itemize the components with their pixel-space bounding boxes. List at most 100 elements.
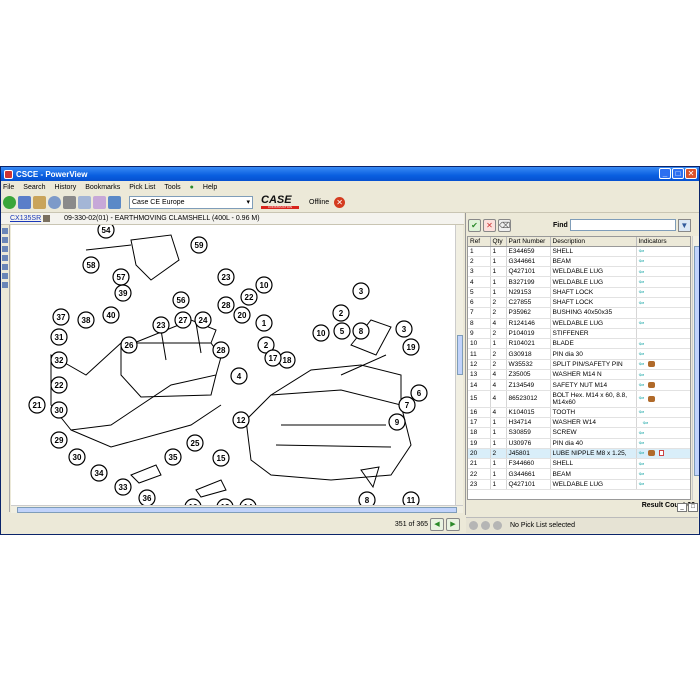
- callout-19[interactable]: 19: [402, 338, 420, 356]
- print-icon[interactable]: [33, 196, 46, 209]
- navigate-arrow-icon[interactable]: ⇦: [639, 247, 645, 255]
- callout-39[interactable]: 39: [114, 284, 132, 302]
- column-header-qty[interactable]: Qty: [490, 237, 507, 247]
- pick-list-cart-icon[interactable]: [493, 521, 502, 530]
- accept-icon[interactable]: ✔: [468, 218, 481, 232]
- table-row[interactable]: 7 2 P35962 BUSHING 40x50x35: [468, 307, 690, 319]
- navigate-arrow-icon[interactable]: ⇦: [639, 470, 645, 478]
- document-icon[interactable]: [659, 450, 665, 457]
- clear-icon[interactable]: ⌫: [498, 218, 511, 232]
- part-info-icon[interactable]: [648, 450, 656, 457]
- menu-file[interactable]: File: [3, 184, 14, 191]
- menu-tools[interactable]: Tools: [164, 184, 180, 191]
- print-view-icon[interactable]: [2, 273, 8, 279]
- table-row[interactable]: 5 1 N29153 SHAFT LOCK ⇦: [468, 287, 690, 298]
- callout-27[interactable]: 27: [174, 311, 192, 329]
- callout-30[interactable]: 30: [50, 401, 68, 419]
- callout-54[interactable]: 54: [97, 225, 115, 239]
- menu-history[interactable]: History: [54, 184, 76, 191]
- navigate-arrow-icon[interactable]: ⇦: [639, 449, 645, 457]
- callout-23[interactable]: 23: [152, 316, 170, 334]
- table-row[interactable]: 23 1 Q427101 WELDABLE LUG ⇦: [468, 479, 690, 491]
- navigate-arrow-icon[interactable]: ⇦: [639, 257, 645, 265]
- fit-icon[interactable]: [2, 246, 8, 252]
- navigate-arrow-icon[interactable]: ⇦: [643, 419, 649, 427]
- column-header-ref[interactable]: Ref: [468, 237, 491, 247]
- offline-icon[interactable]: ✕: [334, 197, 346, 208]
- table-row[interactable]: 20 2 J45801 LUBE NIPPLE M8 x 1.25, ⇦: [468, 448, 690, 460]
- callout-10[interactable]: 10: [312, 324, 330, 342]
- column-header-indicators[interactable]: Indicators: [636, 237, 690, 247]
- catalog-icon[interactable]: [18, 196, 31, 209]
- menu-bookmarks[interactable]: Bookmarks: [85, 184, 120, 191]
- gear-icon[interactable]: [63, 196, 76, 209]
- callout-38[interactable]: 38: [77, 311, 95, 329]
- callout-58[interactable]: 58: [82, 256, 100, 274]
- callout-5[interactable]: 5: [333, 322, 351, 340]
- table-row[interactable]: 13 4 Z35005 WASHER M14 N ⇦: [468, 369, 690, 381]
- edit-icon[interactable]: [93, 196, 106, 209]
- callout-31[interactable]: 31: [50, 328, 68, 346]
- menu-search[interactable]: Search: [23, 184, 45, 191]
- column-header-part-number[interactable]: Part Number: [506, 237, 551, 247]
- diagram-horizontal-scrollbar[interactable]: [11, 505, 463, 513]
- list-icon[interactable]: [78, 196, 91, 209]
- callout-2[interactable]: 2: [332, 304, 350, 322]
- callout-26[interactable]: 26: [120, 336, 138, 354]
- callout-37[interactable]: 37: [52, 308, 70, 326]
- scroll-thumb[interactable]: [17, 507, 457, 513]
- callout-20[interactable]: 20: [233, 306, 251, 324]
- callout-40[interactable]: 40: [102, 306, 120, 324]
- table-row[interactable]: 18 1 S30859 SCREW ⇦: [468, 427, 690, 439]
- filter-icon[interactable]: ▼: [677, 218, 691, 232]
- callout-9[interactable]: 9: [388, 413, 406, 431]
- diagram-vertical-scrollbar[interactable]: [455, 225, 463, 505]
- table-row[interactable]: 21 1 F344660 SHELL ⇦: [468, 458, 690, 470]
- callout-11[interactable]: 11: [402, 491, 420, 505]
- table-row[interactable]: 2 1 G344661 BEAM ⇦: [468, 256, 690, 268]
- navigate-arrow-icon[interactable]: ⇦: [639, 460, 645, 468]
- callout-22[interactable]: 22: [50, 376, 68, 394]
- table-row[interactable]: 1 1 E344659 SHELL ⇦: [468, 246, 690, 257]
- table-row[interactable]: 6 2 C27855 SHAFT LOCK ⇦: [468, 297, 690, 309]
- callout-28[interactable]: 28: [212, 341, 230, 359]
- navigate-arrow-icon[interactable]: ⇦: [639, 340, 645, 348]
- table-row[interactable]: 9 2 P104019 STIFFENER: [468, 328, 690, 340]
- callout-59[interactable]: 59: [190, 236, 208, 254]
- callout-32[interactable]: 32: [50, 351, 68, 369]
- table-row[interactable]: 19 1 U30976 PIN dia 40 ⇦: [468, 438, 690, 449]
- export-icon[interactable]: [2, 282, 8, 288]
- settings-icon[interactable]: [108, 196, 121, 209]
- callout-28[interactable]: 28: [217, 296, 235, 314]
- callout-57[interactable]: 57: [112, 268, 130, 286]
- callout-15[interactable]: 15: [212, 449, 230, 467]
- navigate-arrow-icon[interactable]: ⇦: [639, 319, 645, 327]
- callout-8[interactable]: 8: [358, 491, 376, 505]
- callout-7[interactable]: 7: [398, 396, 416, 414]
- pane-maximize-button[interactable]: □: [688, 503, 698, 512]
- callout-1[interactable]: 1: [255, 314, 273, 332]
- search-icon[interactable]: [48, 196, 61, 209]
- table-row[interactable]: 8 4 R124146 WELDABLE LUG ⇦: [468, 318, 690, 329]
- column-header-description[interactable]: Description: [550, 237, 637, 247]
- table-row[interactable]: 3 1 Q427101 WELDABLE LUG ⇦: [468, 266, 690, 278]
- navigate-arrow-icon[interactable]: ⇦: [639, 408, 645, 416]
- callout-29[interactable]: 29: [50, 431, 68, 449]
- callout-23[interactable]: 23: [217, 268, 235, 286]
- navigate-arrow-icon[interactable]: ⇦: [639, 439, 645, 447]
- callout-3[interactable]: 3: [395, 320, 413, 338]
- catalog-select[interactable]: Case CE Europe: [129, 196, 253, 209]
- zoom-in-icon[interactable]: [2, 228, 8, 234]
- callout-3[interactable]: 3: [352, 282, 370, 300]
- callout-30[interactable]: 30: [68, 448, 86, 466]
- pane-minimize-button[interactable]: _: [677, 503, 687, 512]
- navigate-arrow-icon[interactable]: ⇦: [639, 395, 645, 402]
- cancel-icon[interactable]: ✕: [483, 218, 496, 232]
- scroll-thumb[interactable]: [694, 246, 699, 476]
- callout-35[interactable]: 35: [164, 448, 182, 466]
- table-row[interactable]: 14 4 Z134549 SAFETY NUT M14 ⇦: [468, 379, 690, 391]
- part-info-icon[interactable]: [648, 395, 656, 402]
- minimize-button[interactable]: _: [659, 168, 671, 179]
- close-button[interactable]: ✕: [685, 168, 697, 179]
- table-row[interactable]: 4 1 B327199 WELDABLE LUG ⇦: [468, 276, 690, 288]
